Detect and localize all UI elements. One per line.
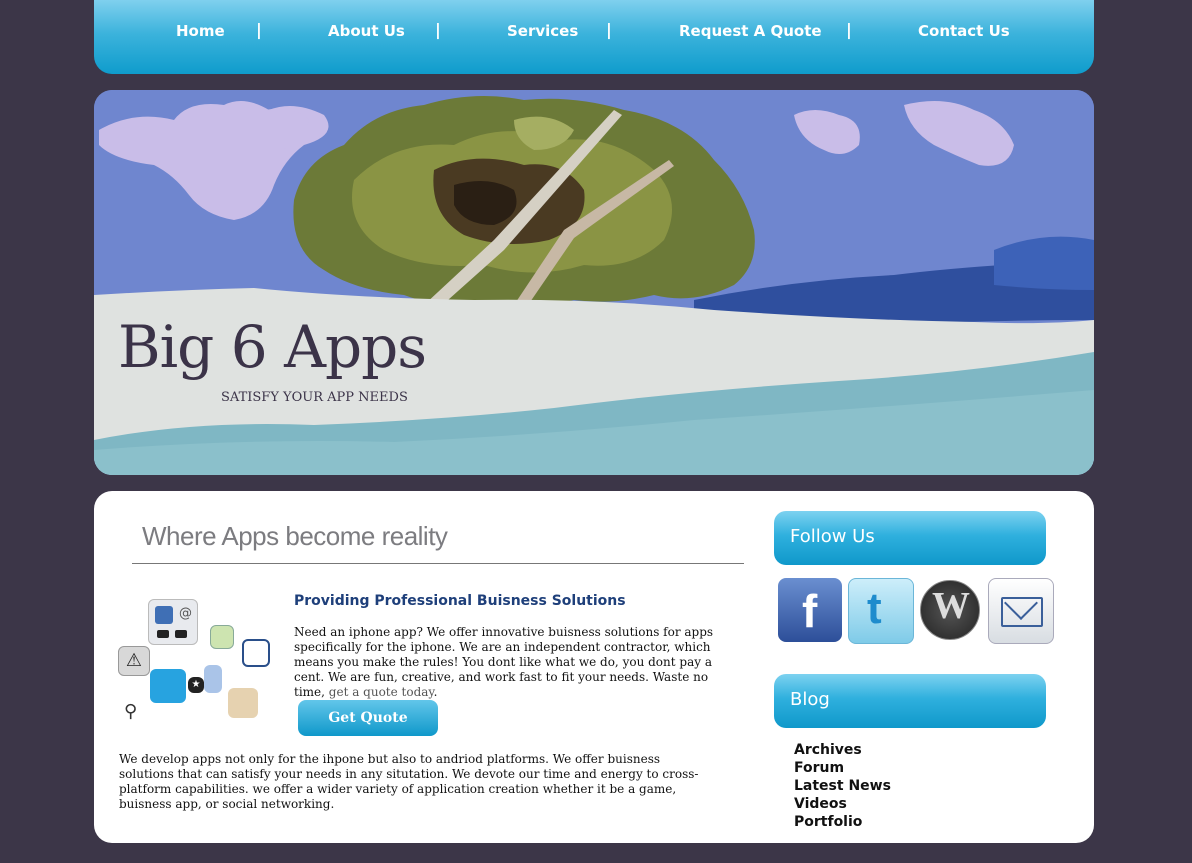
site-title: Big 6 Apps (118, 313, 427, 381)
twitter-icon[interactable]: t (848, 578, 914, 644)
sync-icon (210, 625, 234, 649)
chat-icon (150, 669, 186, 703)
content-panel: Where Apps become reality @ ⚠ ★ ⚲ Provid… (94, 491, 1094, 843)
nav-separator: | (606, 20, 612, 39)
contacts-icon: @ (148, 599, 198, 645)
tag-icon (228, 688, 258, 718)
get-quote-button[interactable]: Get Quote (298, 700, 438, 736)
checkbox-icon (242, 639, 270, 667)
warning-icon: ⚠ (118, 646, 150, 676)
nav-request-quote[interactable]: Request A Quote (679, 22, 822, 40)
page-headline: Where Apps become reality (142, 521, 448, 551)
nav-separator: | (256, 20, 262, 39)
beach-illustration (94, 90, 1094, 475)
intro-text: Need an iphone app? We offer innovative … (294, 625, 724, 700)
blog-link-latest-news[interactable]: Latest News (794, 777, 891, 795)
follow-us-title: Follow Us (790, 526, 875, 547)
top-nav: Home | About Us | Services | Request A Q… (94, 0, 1094, 74)
quote-link[interactable]: get a quote today (329, 685, 434, 699)
blog-link-forum[interactable]: Forum (794, 759, 891, 777)
nav-home[interactable]: Home (176, 22, 225, 40)
bookmarks-icon: ★ (188, 677, 204, 693)
nav-separator: | (846, 20, 852, 39)
headline-divider (132, 563, 744, 564)
site-tagline: SATISFY YOUR APP NEEDS (221, 390, 408, 405)
blog-links: Archives Forum Latest News Videos Portfo… (794, 741, 891, 831)
blog-link-archives[interactable]: Archives (794, 741, 891, 759)
details-text: We develop apps not only for the ihpone … (119, 752, 699, 811)
wordpress-icon[interactable]: W (918, 578, 982, 642)
blog-title: Blog (790, 689, 830, 710)
nav-about-us[interactable]: About Us (328, 22, 405, 40)
section-subheading: Providing Professional Buisness Solution… (294, 593, 626, 609)
email-icon[interactable] (988, 578, 1054, 644)
document-icon (204, 665, 222, 693)
nav-services[interactable]: Services (507, 22, 578, 40)
search-icon: ⚲ (124, 701, 138, 722)
follow-us-header: Follow Us (774, 511, 1046, 565)
nav-separator: | (435, 20, 441, 39)
intro-end: . (433, 685, 438, 699)
blog-link-portfolio[interactable]: Portfolio (794, 813, 891, 831)
app-icons-illustration: @ ⚠ ★ ⚲ (118, 591, 270, 726)
nav-contact-us[interactable]: Contact Us (918, 22, 1010, 40)
blog-header: Blog (774, 674, 1046, 728)
facebook-icon[interactable]: f (778, 578, 842, 642)
hero-banner: Big 6 Apps SATISFY YOUR APP NEEDS (94, 90, 1094, 475)
blog-link-videos[interactable]: Videos (794, 795, 891, 813)
